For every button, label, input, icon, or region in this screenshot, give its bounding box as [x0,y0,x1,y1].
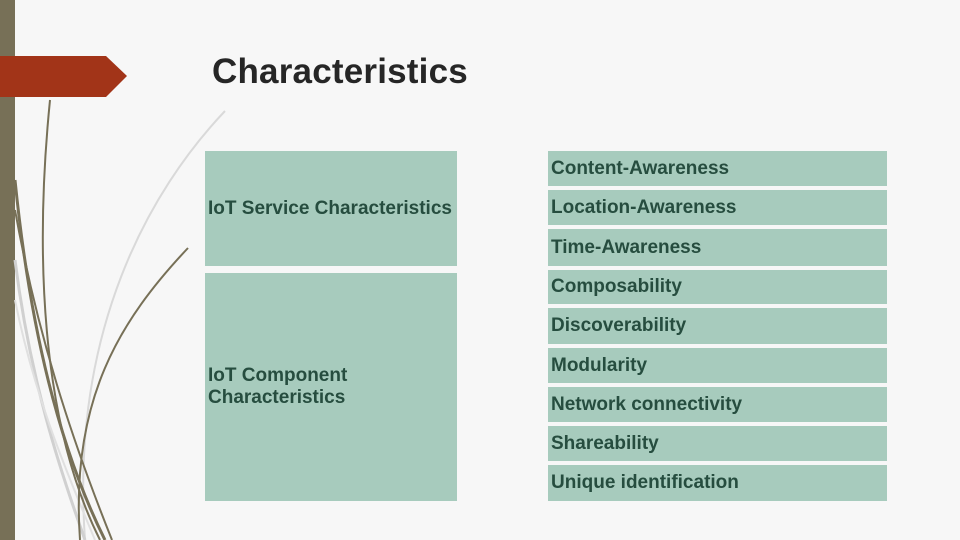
table-cell: Network connectivity [548,387,887,422]
table-cell: Modularity [548,348,887,383]
page-title: Characteristics [212,52,468,91]
table-cell: Time-Awareness [548,229,887,266]
group-label-service: IoT Service Characteristics [205,151,457,266]
table-cell: Composability [548,270,887,304]
table-cell: Unique identification [548,465,887,501]
curve-light-1 [82,110,226,540]
curve-light-2 [13,259,87,540]
table-cell: Content-Awareness [548,151,887,186]
curve-dark-4 [14,209,113,540]
title-arrow-icon [0,56,127,97]
table-cell: Shareability [548,426,887,461]
table-cell: Discoverability [548,308,887,344]
table-cell: Location-Awareness [548,190,887,225]
curve-dark-1 [41,99,101,540]
group-label-component: IoT Component Characteristics [205,273,457,501]
